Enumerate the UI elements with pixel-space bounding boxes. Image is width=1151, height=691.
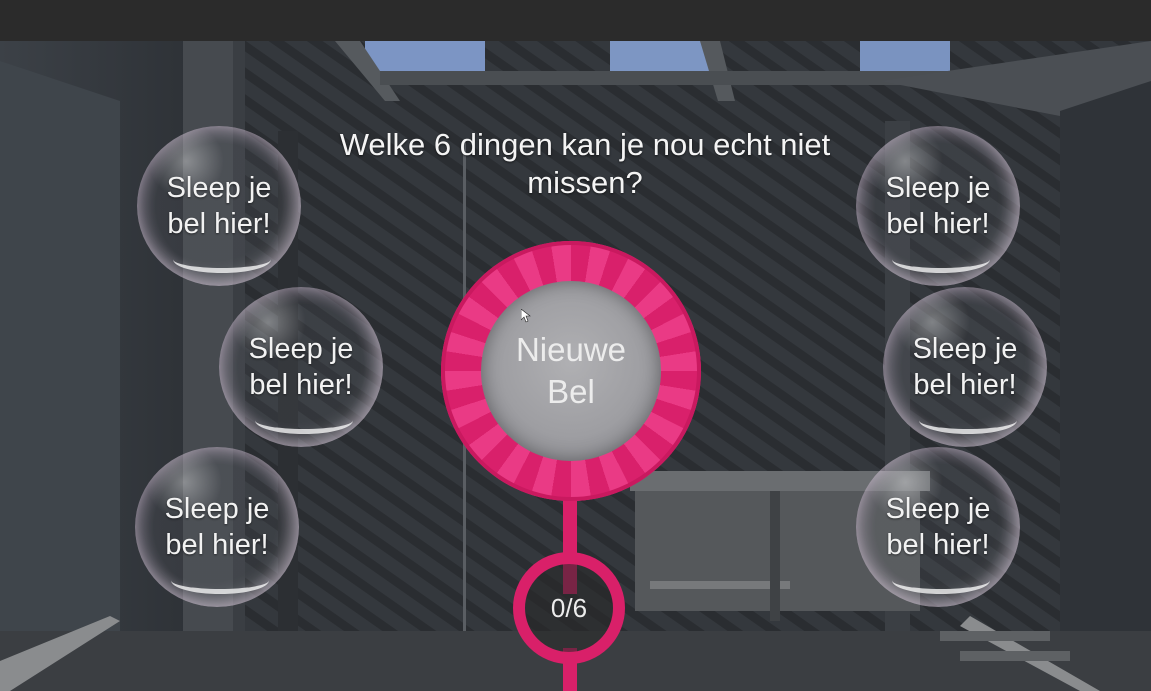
bubble-drop-slot[interactable]: Sleep je bel hier! (135, 447, 299, 607)
progress-counter: 0/6 (513, 552, 625, 664)
slot-label: Sleep je bel hier! (912, 333, 1018, 401)
bubble-wand-ring: Nieuwe Bel (441, 241, 701, 501)
top-bar (0, 0, 1151, 41)
bubble-drop-slot[interactable]: Sleep je bel hier! (219, 287, 383, 447)
slot-label: Sleep je bel hier! (166, 172, 272, 240)
slot-label: Sleep je bel hier! (248, 333, 354, 401)
mouse-cursor-icon (521, 309, 531, 323)
bubble-drop-slot[interactable]: Sleep je bel hier! (856, 126, 1020, 286)
question-text: Welke 6 dingen kan je nou echt niet miss… (339, 127, 831, 200)
counter-text: 0/6 (550, 592, 588, 623)
new-bubble-button[interactable]: Nieuwe Bel (481, 281, 661, 461)
slot-label: Sleep je bel hier! (164, 493, 270, 561)
slot-label: Sleep je bel hier! (885, 172, 991, 240)
bubble-drop-slot[interactable]: Sleep je bel hier! (856, 447, 1020, 607)
slot-label: Sleep je bel hier! (885, 493, 991, 561)
bubble-drop-slot[interactable]: Sleep je bel hier! (883, 287, 1047, 447)
new-bubble-label: Nieuwe Bel (515, 331, 627, 410)
bubble-drop-slot[interactable]: Sleep je bel hier! (137, 126, 301, 286)
